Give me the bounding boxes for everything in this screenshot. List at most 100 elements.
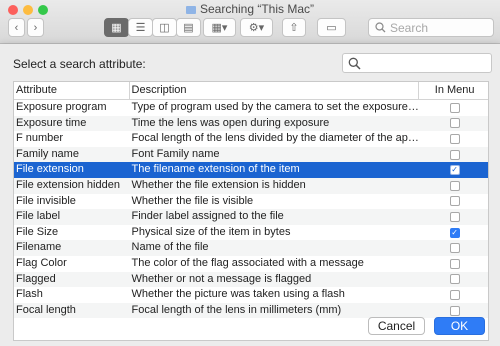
group-icon: ▦▾ <box>211 22 228 34</box>
table-row[interactable]: Family name Font Family name <box>14 146 488 163</box>
attribute-cell: Focal length <box>16 303 76 316</box>
description-cell: The filename extension of the item <box>131 163 300 176</box>
column-header-in-menu[interactable]: In Menu <box>419 82 488 99</box>
tag-icon: ▭ <box>326 22 337 34</box>
attribute-search-field[interactable] <box>342 53 492 73</box>
back-icon: ‹ <box>14 21 19 34</box>
in-menu-cell <box>419 287 488 303</box>
search-icon <box>348 57 361 70</box>
table-header: Attribute Description In Menu <box>14 82 488 100</box>
description-cell: Whether the file extension is hidden <box>131 178 306 191</box>
in-menu-checkbox[interactable] <box>449 243 460 254</box>
table-row[interactable]: File extension hidden Whether the file ex… <box>14 177 488 194</box>
gallery-view-icon: ▤ <box>183 22 194 34</box>
in-menu-checkbox[interactable] <box>449 211 460 222</box>
column-header-description[interactable]: Description <box>130 82 420 99</box>
table-row[interactable]: Flag Color The color of the flag associat… <box>14 256 488 272</box>
attribute-cell: F number <box>16 132 64 145</box>
description-cell: Type of program used by the camera to se… <box>131 101 420 113</box>
list-view-button[interactable]: ☰ <box>128 18 153 37</box>
in-menu-cell <box>419 147 488 163</box>
attribute-table: Attribute Description In Menu Exposure p… <box>13 81 489 341</box>
table-row[interactable]: Flash Whether the picture was taken using… <box>14 287 488 303</box>
in-menu-cell <box>419 272 488 288</box>
finder-search-placeholder: Search <box>390 20 429 35</box>
in-menu-checkbox[interactable] <box>449 118 460 129</box>
column-view-button[interactable]: ◫ <box>152 18 177 37</box>
list-view-icon: ☰ <box>135 22 146 34</box>
attribute-cell: File label <box>16 210 61 223</box>
share-button[interactable]: ⇧ <box>282 18 306 37</box>
description-cell: Time the lens was open during exposure <box>131 116 330 129</box>
in-menu-checkbox[interactable] <box>449 274 460 285</box>
in-menu-cell <box>419 303 488 319</box>
attribute-cell: File Size <box>16 225 59 238</box>
in-menu-cell <box>419 100 488 116</box>
share-icon: ⇧ <box>289 22 299 34</box>
table-row[interactable]: File Size Physical size of the item in by… <box>14 225 488 241</box>
back-button[interactable]: ‹ <box>8 18 25 37</box>
description-cell: Whether the file is visible <box>131 194 254 207</box>
description-cell: Whether or not a message is flagged <box>131 272 312 285</box>
table-row[interactable]: File invisible Whether the file is visibl… <box>14 194 488 210</box>
smart-folder-icon <box>185 6 196 14</box>
search-attribute-sheet: Select a search attribute: Attribute Des… <box>0 44 500 346</box>
icon-view-icon: ▦ <box>111 22 122 34</box>
attribute-cell: Filename <box>16 241 62 254</box>
table-row[interactable]: Filename Name of the file <box>14 240 488 256</box>
in-menu-checkbox[interactable] <box>449 289 460 300</box>
finder-toolbar: Searching “This Mac” ‹ › ▦ ☰ ◫ ▤ ▦▾ ⚙▾ ⇧… <box>0 0 500 44</box>
in-menu-checkbox[interactable] <box>449 305 460 316</box>
description-cell: Finder label assigned to the file <box>131 210 284 223</box>
table-body: Exposure program Type of program used by … <box>14 100 488 319</box>
table-row[interactable]: File extension The filename extension of … <box>14 162 488 178</box>
attribute-cell: Family name <box>16 147 79 160</box>
attribute-search-input[interactable] <box>365 56 489 71</box>
table-row[interactable]: Flagged Whether or not a message is flagg… <box>14 271 488 288</box>
in-menu-checkbox[interactable] <box>449 102 460 113</box>
action-gear-icon: ⚙▾ <box>248 22 265 34</box>
table-row[interactable]: F number Focal length of the lens divided… <box>14 131 488 147</box>
in-menu-checkbox[interactable] <box>449 180 460 191</box>
in-menu-checkbox[interactable] <box>449 133 460 144</box>
group-button[interactable]: ▦▾ <box>203 18 236 37</box>
table-row[interactable]: Exposure program Type of program used by … <box>14 100 488 116</box>
forward-button[interactable]: › <box>27 18 44 37</box>
column-view-icon: ◫ <box>159 22 170 34</box>
in-menu-cell <box>419 131 488 147</box>
cancel-button[interactable]: Cancel <box>368 317 425 335</box>
action-button[interactable]: ⚙▾ <box>240 18 273 37</box>
attribute-cell: Flash <box>16 288 43 301</box>
in-menu-checkbox[interactable] <box>449 258 460 269</box>
window-title: Searching “This Mac” <box>199 2 315 16</box>
finder-search-field[interactable]: Search <box>368 18 494 37</box>
in-menu-checkbox[interactable]: ✓ <box>449 227 460 238</box>
in-menu-cell <box>419 240 488 256</box>
in-menu-cell <box>419 256 488 272</box>
in-menu-checkbox[interactable] <box>449 196 460 207</box>
attribute-cell: Exposure time <box>16 116 87 129</box>
description-cell: Focal length of the lens divided by the … <box>131 132 420 145</box>
in-menu-cell: ✓ <box>419 225 488 241</box>
description-cell: Whether the picture was taken using a fl… <box>131 288 345 301</box>
attribute-cell: File extension hidden <box>16 178 120 191</box>
table-row[interactable]: Focal length Focal length of the lens in … <box>14 302 488 319</box>
in-menu-cell <box>419 178 488 194</box>
in-menu-checkbox[interactable]: ✓ <box>449 165 460 176</box>
tag-button[interactable]: ▭ <box>317 18 346 37</box>
attribute-cell: Flagged <box>16 272 56 285</box>
column-header-attribute[interactable]: Attribute <box>14 82 130 99</box>
table-row[interactable]: File label Finder label assigned to the f… <box>14 209 488 225</box>
search-icon <box>375 22 386 33</box>
in-menu-checkbox[interactable] <box>449 149 460 160</box>
attribute-cell: File invisible <box>16 194 76 207</box>
table-row[interactable]: Exposure time Time the lens was open duri… <box>14 115 488 132</box>
gallery-view-button[interactable]: ▤ <box>176 18 201 37</box>
sheet-prompt: Select a search attribute: <box>13 57 146 71</box>
icon-view-button[interactable]: ▦ <box>104 18 129 37</box>
attribute-cell: Exposure program <box>16 101 107 113</box>
ok-button[interactable]: OK <box>434 317 485 335</box>
description-cell: Font Family name <box>131 147 220 160</box>
in-menu-cell <box>419 209 488 225</box>
in-menu-cell <box>419 194 488 210</box>
